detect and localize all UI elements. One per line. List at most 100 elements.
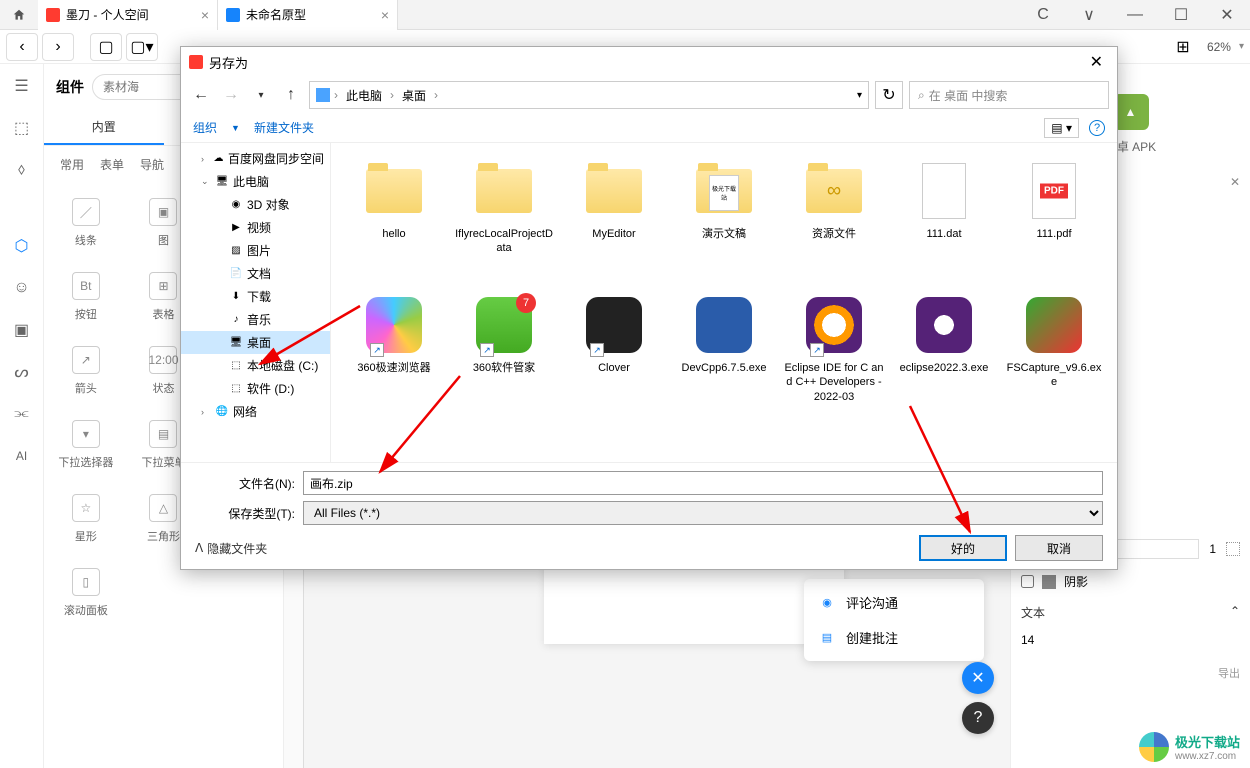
file-item[interactable]: ↗Eclipse IDE for C and C++ Developers - … — [781, 287, 887, 417]
rail-branch-icon[interactable]: ᔕ — [8, 358, 36, 386]
layout-icon[interactable]: ⊞ — [1167, 33, 1199, 61]
nav-back-button[interactable]: ← — [189, 83, 213, 107]
tree-item-network[interactable]: ›🌐网络 — [181, 400, 330, 423]
fab-help[interactable]: ? — [962, 702, 994, 734]
filter-form[interactable]: 表单 — [94, 154, 130, 175]
close-icon[interactable]: ✕ — [1230, 175, 1240, 189]
home-button[interactable] — [0, 0, 38, 30]
browser-tab-0[interactable]: 墨刀 - 个人空间 × — [38, 0, 218, 30]
file-item[interactable]: eclipse2022.3.exe — [891, 287, 997, 417]
expand-icon[interactable]: › — [201, 407, 211, 417]
rail-ai-icon[interactable]: AI — [8, 442, 36, 470]
file-item[interactable]: 极光下载站演示文稿 — [671, 153, 777, 283]
shadow-color-swatch[interactable] — [1042, 575, 1056, 589]
menu-item-annotation[interactable]: ▤ 创建批注 — [804, 620, 984, 655]
filetype-select[interactable]: All Files (*.*) — [303, 501, 1103, 525]
file-item[interactable]: ↗360极速浏览器 — [341, 287, 447, 417]
tree-item-video[interactable]: ▶视频 — [181, 216, 330, 239]
component-icon: ▯ — [72, 568, 100, 596]
tree-item-3d[interactable]: ◉3D 对象 — [181, 193, 330, 216]
file-label: 111.pdf — [1036, 227, 1071, 241]
reload-button[interactable]: C — [1020, 0, 1066, 30]
dropdown-button[interactable]: ∨ — [1066, 0, 1112, 30]
nav-forward-button[interactable]: → — [219, 83, 243, 107]
file-item[interactable]: 111.dat — [891, 153, 997, 283]
component-line[interactable]: ／线条 — [48, 187, 124, 259]
folder-search-input[interactable]: ⌕ 在 桌面 中搜索 — [909, 81, 1109, 109]
component-arrow[interactable]: ↗箭头 — [48, 335, 124, 407]
tree-item-desktop[interactable]: 🖥桌面 — [181, 331, 330, 354]
menu-item-comment[interactable]: ◉ 评论沟通 — [804, 585, 984, 620]
tree-item-disk[interactable]: ⬚本地磁盘 (C:) — [181, 354, 330, 377]
page-button[interactable]: ▢ — [90, 33, 122, 61]
rail-share-icon[interactable]: ⫘ — [8, 400, 36, 428]
tree-item-cloud[interactable]: ›☁百度网盘同步空间 — [181, 147, 330, 170]
rail-layers-icon[interactable]: ⬚ — [8, 114, 36, 142]
tree-item-music[interactable]: ♪音乐 — [181, 308, 330, 331]
component-star[interactable]: ☆星形 — [48, 483, 124, 555]
file-item[interactable]: hello — [341, 153, 447, 283]
file-item[interactable]: ↗Clover — [561, 287, 667, 417]
tree-item-disk[interactable]: ⬚软件 (D:) — [181, 377, 330, 400]
refresh-button[interactable]: ↻ — [875, 81, 903, 109]
file-item[interactable]: FSCapture_v9.6.exe — [1001, 287, 1107, 417]
filter-nav[interactable]: 导航 — [134, 154, 170, 175]
file-item[interactable]: 7↗360软件管家 — [451, 287, 557, 417]
maximize-button[interactable]: ☐ — [1158, 0, 1204, 30]
tree-item-doc[interactable]: 📄文档 — [181, 262, 330, 285]
dialog-close-button[interactable]: ✕ — [1084, 52, 1109, 72]
tab-close-icon[interactable]: × — [381, 7, 389, 23]
file-item[interactable]: MyEditor — [561, 153, 667, 283]
expand-icon[interactable]: › — [201, 154, 209, 164]
organize-dropdown[interactable]: 组织 — [193, 119, 217, 136]
breadcrumb-item[interactable]: 此电脑 — [342, 87, 386, 104]
component-select[interactable]: ▾下拉选择器 — [48, 409, 124, 481]
component-Bt[interactable]: Bt按钮 — [48, 261, 124, 333]
shadow-checkbox[interactable] — [1021, 575, 1034, 588]
help-button[interactable]: ? — [1089, 120, 1105, 136]
tab-close-icon[interactable]: × — [201, 7, 209, 23]
export-label[interactable]: 导出 — [1021, 665, 1240, 681]
tree-item-pc[interactable]: ⌄🖥此电脑 — [181, 170, 330, 193]
rail-list-icon[interactable]: ☰ — [8, 72, 36, 100]
rail-apps-icon[interactable]: ⬨ — [8, 156, 36, 184]
filename-input[interactable] — [303, 471, 1103, 495]
rail-smile-icon[interactable]: ☺ — [8, 274, 36, 302]
location-breadcrumb[interactable]: › 此电脑 › 桌面 › ▾ — [309, 81, 869, 109]
minimize-button[interactable]: — — [1112, 0, 1158, 30]
nav-up-button[interactable]: ↑ — [279, 83, 303, 107]
pattern-icon[interactable] — [1226, 542, 1240, 556]
forward-button[interactable]: › — [42, 33, 74, 61]
filter-common[interactable]: 常用 — [54, 154, 90, 175]
hide-folders-toggle[interactable]: ᐱ 隐藏文件夹 — [195, 540, 267, 557]
expand-icon[interactable]: ⌄ — [201, 176, 211, 187]
ok-button[interactable]: 好的 — [919, 535, 1007, 561]
file-list[interactable]: helloIflyrecLocalProjectDataMyEditor极光下载… — [331, 143, 1117, 462]
frame-dropdown[interactable]: ▢▾ — [126, 33, 158, 61]
text-size-value[interactable]: 14 — [1021, 629, 1240, 651]
file-item[interactable]: ∞资源文件 — [781, 153, 887, 283]
breadcrumb-item[interactable]: 桌面 — [398, 87, 430, 104]
nav-recent-dropdown[interactable]: ▾ — [249, 83, 273, 107]
rail-image-icon[interactable]: ▣ — [8, 316, 36, 344]
component-scroll[interactable]: ▯滚动面板 — [48, 557, 124, 629]
close-button[interactable]: ✕ — [1204, 0, 1250, 30]
zoom-level[interactable]: 62% — [1207, 40, 1231, 54]
new-folder-button[interactable]: 新建文件夹 — [254, 119, 314, 136]
rail-cube-icon[interactable]: ⬡ — [8, 232, 36, 260]
browser-tab-1[interactable]: 未命名原型 × — [218, 0, 398, 30]
file-item[interactable]: DevCpp6.7.5.exe — [671, 287, 777, 417]
cancel-button[interactable]: 取消 — [1015, 535, 1103, 561]
fab-close[interactable]: ✕ — [962, 662, 994, 694]
file-item[interactable]: IflyrecLocalProjectData — [451, 153, 557, 283]
tree-item-image[interactable]: ▨图片 — [181, 239, 330, 262]
chevron-down-icon[interactable]: ▾ — [1239, 41, 1244, 52]
back-button[interactable]: ‹ — [6, 33, 38, 61]
chevron-up-icon[interactable]: ⌃ — [1230, 604, 1240, 621]
folder-tree[interactable]: ›☁百度网盘同步空间⌄🖥此电脑◉3D 对象▶视频▨图片📄文档⬇下载♪音乐🖥桌面⬚… — [181, 143, 331, 462]
chevron-down-icon[interactable]: ▾ — [857, 90, 862, 101]
view-options-button[interactable]: ▤ ▾ — [1044, 118, 1079, 138]
tree-item-download[interactable]: ⬇下载 — [181, 285, 330, 308]
file-item[interactable]: PDF111.pdf — [1001, 153, 1107, 283]
tab-builtin[interactable]: 内置 — [44, 110, 164, 145]
